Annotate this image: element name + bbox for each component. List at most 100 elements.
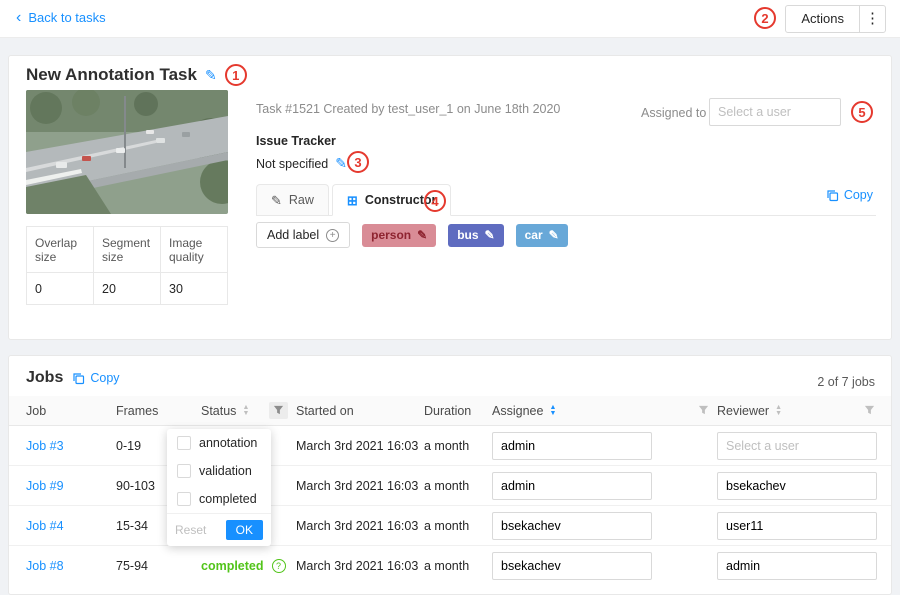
job-assignee-input[interactable] <box>492 472 652 500</box>
column-duration: Duration <box>424 404 492 418</box>
task-details-card: New Annotation Task ✎ 1 <box>8 55 892 340</box>
block-icon: ⊞ <box>347 186 358 215</box>
job-duration: a month <box>424 559 492 573</box>
add-label-text: Add label <box>267 228 319 242</box>
job-duration: a month <box>424 439 492 453</box>
copy-icon <box>826 189 839 202</box>
task-assignee-input[interactable] <box>709 98 841 126</box>
filter-ok-button[interactable]: OK <box>226 520 263 540</box>
edit-title-icon[interactable]: ✎ <box>205 67 217 84</box>
more-menu-button[interactable]: ⋮ <box>859 6 885 32</box>
job-frames: 75-94 <box>116 559 201 573</box>
job-link[interactable]: Job #8 <box>26 559 64 573</box>
label-chip-car[interactable]: car ✎ <box>516 224 568 247</box>
jobs-table-header: Job Frames Status ▲▼ Started on Duration… <box>9 396 891 426</box>
checkbox-completed[interactable] <box>177 492 191 506</box>
param-header-quality: Image quality <box>161 227 228 273</box>
sort-carets-reviewer[interactable]: ▲▼ <box>775 405 782 417</box>
column-status[interactable]: Status ▲▼ <box>201 402 296 419</box>
filter-icon-reviewer[interactable] <box>864 405 875 416</box>
back-to-tasks-link[interactable]: ‹ Back to tasks <box>16 10 106 25</box>
job-link[interactable]: Job #4 <box>26 519 64 533</box>
question-circle-icon[interactable]: ? <box>272 559 286 573</box>
jobs-title: Jobs <box>26 369 63 387</box>
job-duration: a month <box>424 479 492 493</box>
assigned-to-label: Assigned to <box>641 106 706 120</box>
job-link[interactable]: Job #3 <box>26 439 64 453</box>
checkbox-validation[interactable] <box>177 464 191 478</box>
copy-labels-button[interactable]: Copy <box>826 188 873 202</box>
more-icon: ⋮ <box>865 10 880 27</box>
copy-jobs-button[interactable]: Copy <box>72 371 119 385</box>
filter-option-validation[interactable]: validation <box>167 457 271 485</box>
edit-icon: ✎ <box>271 186 282 215</box>
column-reviewer-label: Reviewer <box>717 404 769 418</box>
top-navigation-bar: ‹ Back to tasks 2 Actions ⋮ <box>0 0 900 38</box>
job-row: Job #8 75-94 completed ? March 3rd 2021 … <box>9 546 891 586</box>
add-label-button[interactable]: Add label + <box>256 222 350 248</box>
column-frames: Frames <box>116 404 201 418</box>
tab-raw-label: Raw <box>289 186 314 215</box>
column-reviewer[interactable]: Reviewer ▲▼ <box>717 404 883 418</box>
sort-carets-assignee[interactable]: ▲▼ <box>549 405 556 417</box>
annotation-marker-2: 2 <box>754 7 776 29</box>
issue-tracker-value: Not specified <box>256 157 328 171</box>
label-constructor: Add label + person ✎ bus ✎ car ✎ <box>256 222 568 248</box>
job-started-on: March 3rd 2021 16:03 <box>296 479 424 493</box>
job-assignee-input[interactable] <box>492 432 652 460</box>
annotation-marker-5: 5 <box>851 101 873 123</box>
copy-labels-label: Copy <box>844 188 873 202</box>
filter-option-completed[interactable]: completed <box>167 485 271 513</box>
annotation-marker-1: 1 <box>225 64 247 86</box>
label-chip-bus[interactable]: bus ✎ <box>448 224 503 247</box>
edit-label-icon: ✎ <box>549 228 559 242</box>
label-editor-tabs: ✎ Raw ⊞ Constructor <box>256 184 876 216</box>
param-value-quality: 30 <box>161 273 228 305</box>
job-row: Job #4 15-34 March 3rd 2021 16:03 a mont… <box>9 506 891 546</box>
label-chip-bus-name: bus <box>457 228 478 242</box>
edit-label-icon: ✎ <box>417 228 427 242</box>
filter-option-annotation[interactable]: annotation <box>167 429 271 457</box>
label-chip-car-name: car <box>525 228 543 242</box>
street-scene-image <box>26 90 228 214</box>
task-preview-image <box>26 90 228 214</box>
job-assignee-input[interactable] <box>492 512 652 540</box>
copy-icon <box>72 372 85 385</box>
edit-issue-tracker-icon[interactable]: ✎ <box>335 155 347 172</box>
job-reviewer-input[interactable] <box>717 512 877 540</box>
job-row: Job #3 0-19 March 3rd 2021 16:03 a month <box>9 426 891 466</box>
param-header-segment: Segment size <box>94 227 161 273</box>
job-row: Job #9 90-103 March 3rd 2021 16:03 a mon… <box>9 466 891 506</box>
label-chip-person[interactable]: person ✎ <box>362 224 436 247</box>
back-chevron-icon: ‹ <box>16 11 21 25</box>
tab-raw[interactable]: ✎ Raw <box>256 184 329 215</box>
annotation-marker-3: 3 <box>347 151 369 173</box>
filter-icon-status[interactable] <box>269 402 288 419</box>
job-started-on: March 3rd 2021 16:03 <box>296 439 424 453</box>
sort-carets-status[interactable]: ▲▼ <box>242 405 249 417</box>
edit-label-icon: ✎ <box>485 228 495 242</box>
job-reviewer-input[interactable] <box>717 472 877 500</box>
job-started-on: March 3rd 2021 16:03 <box>296 559 424 573</box>
filter-reset-button[interactable]: Reset <box>175 523 206 537</box>
column-assignee[interactable]: Assignee ▲▼ <box>492 404 717 418</box>
param-header-overlap: Overlap size <box>27 227 94 273</box>
job-assignee-input[interactable] <box>492 552 652 580</box>
filter-option-annotation-label: annotation <box>199 436 257 450</box>
job-duration: a month <box>424 519 492 533</box>
actions-button[interactable]: Actions <box>786 6 859 32</box>
filter-icon-assignee[interactable] <box>698 405 709 416</box>
job-reviewer-input[interactable] <box>717 552 877 580</box>
jobs-card: Jobs Copy 2 of 7 jobs Job Frames Status … <box>8 355 892 595</box>
filter-option-completed-label: completed <box>199 492 257 506</box>
job-reviewer-input[interactable] <box>717 432 877 460</box>
copy-jobs-label: Copy <box>90 371 119 385</box>
job-link[interactable]: Job #9 <box>26 479 64 493</box>
checkbox-annotation[interactable] <box>177 436 191 450</box>
param-value-segment: 20 <box>94 273 161 305</box>
plus-circle-icon: + <box>326 229 339 242</box>
task-parameters-table: Overlap size Segment size Image quality … <box>26 226 228 305</box>
status-filter-dropdown: annotation validation completed Reset OK <box>167 429 271 546</box>
column-job: Job <box>26 404 116 418</box>
actions-button-group: Actions ⋮ <box>785 5 886 33</box>
